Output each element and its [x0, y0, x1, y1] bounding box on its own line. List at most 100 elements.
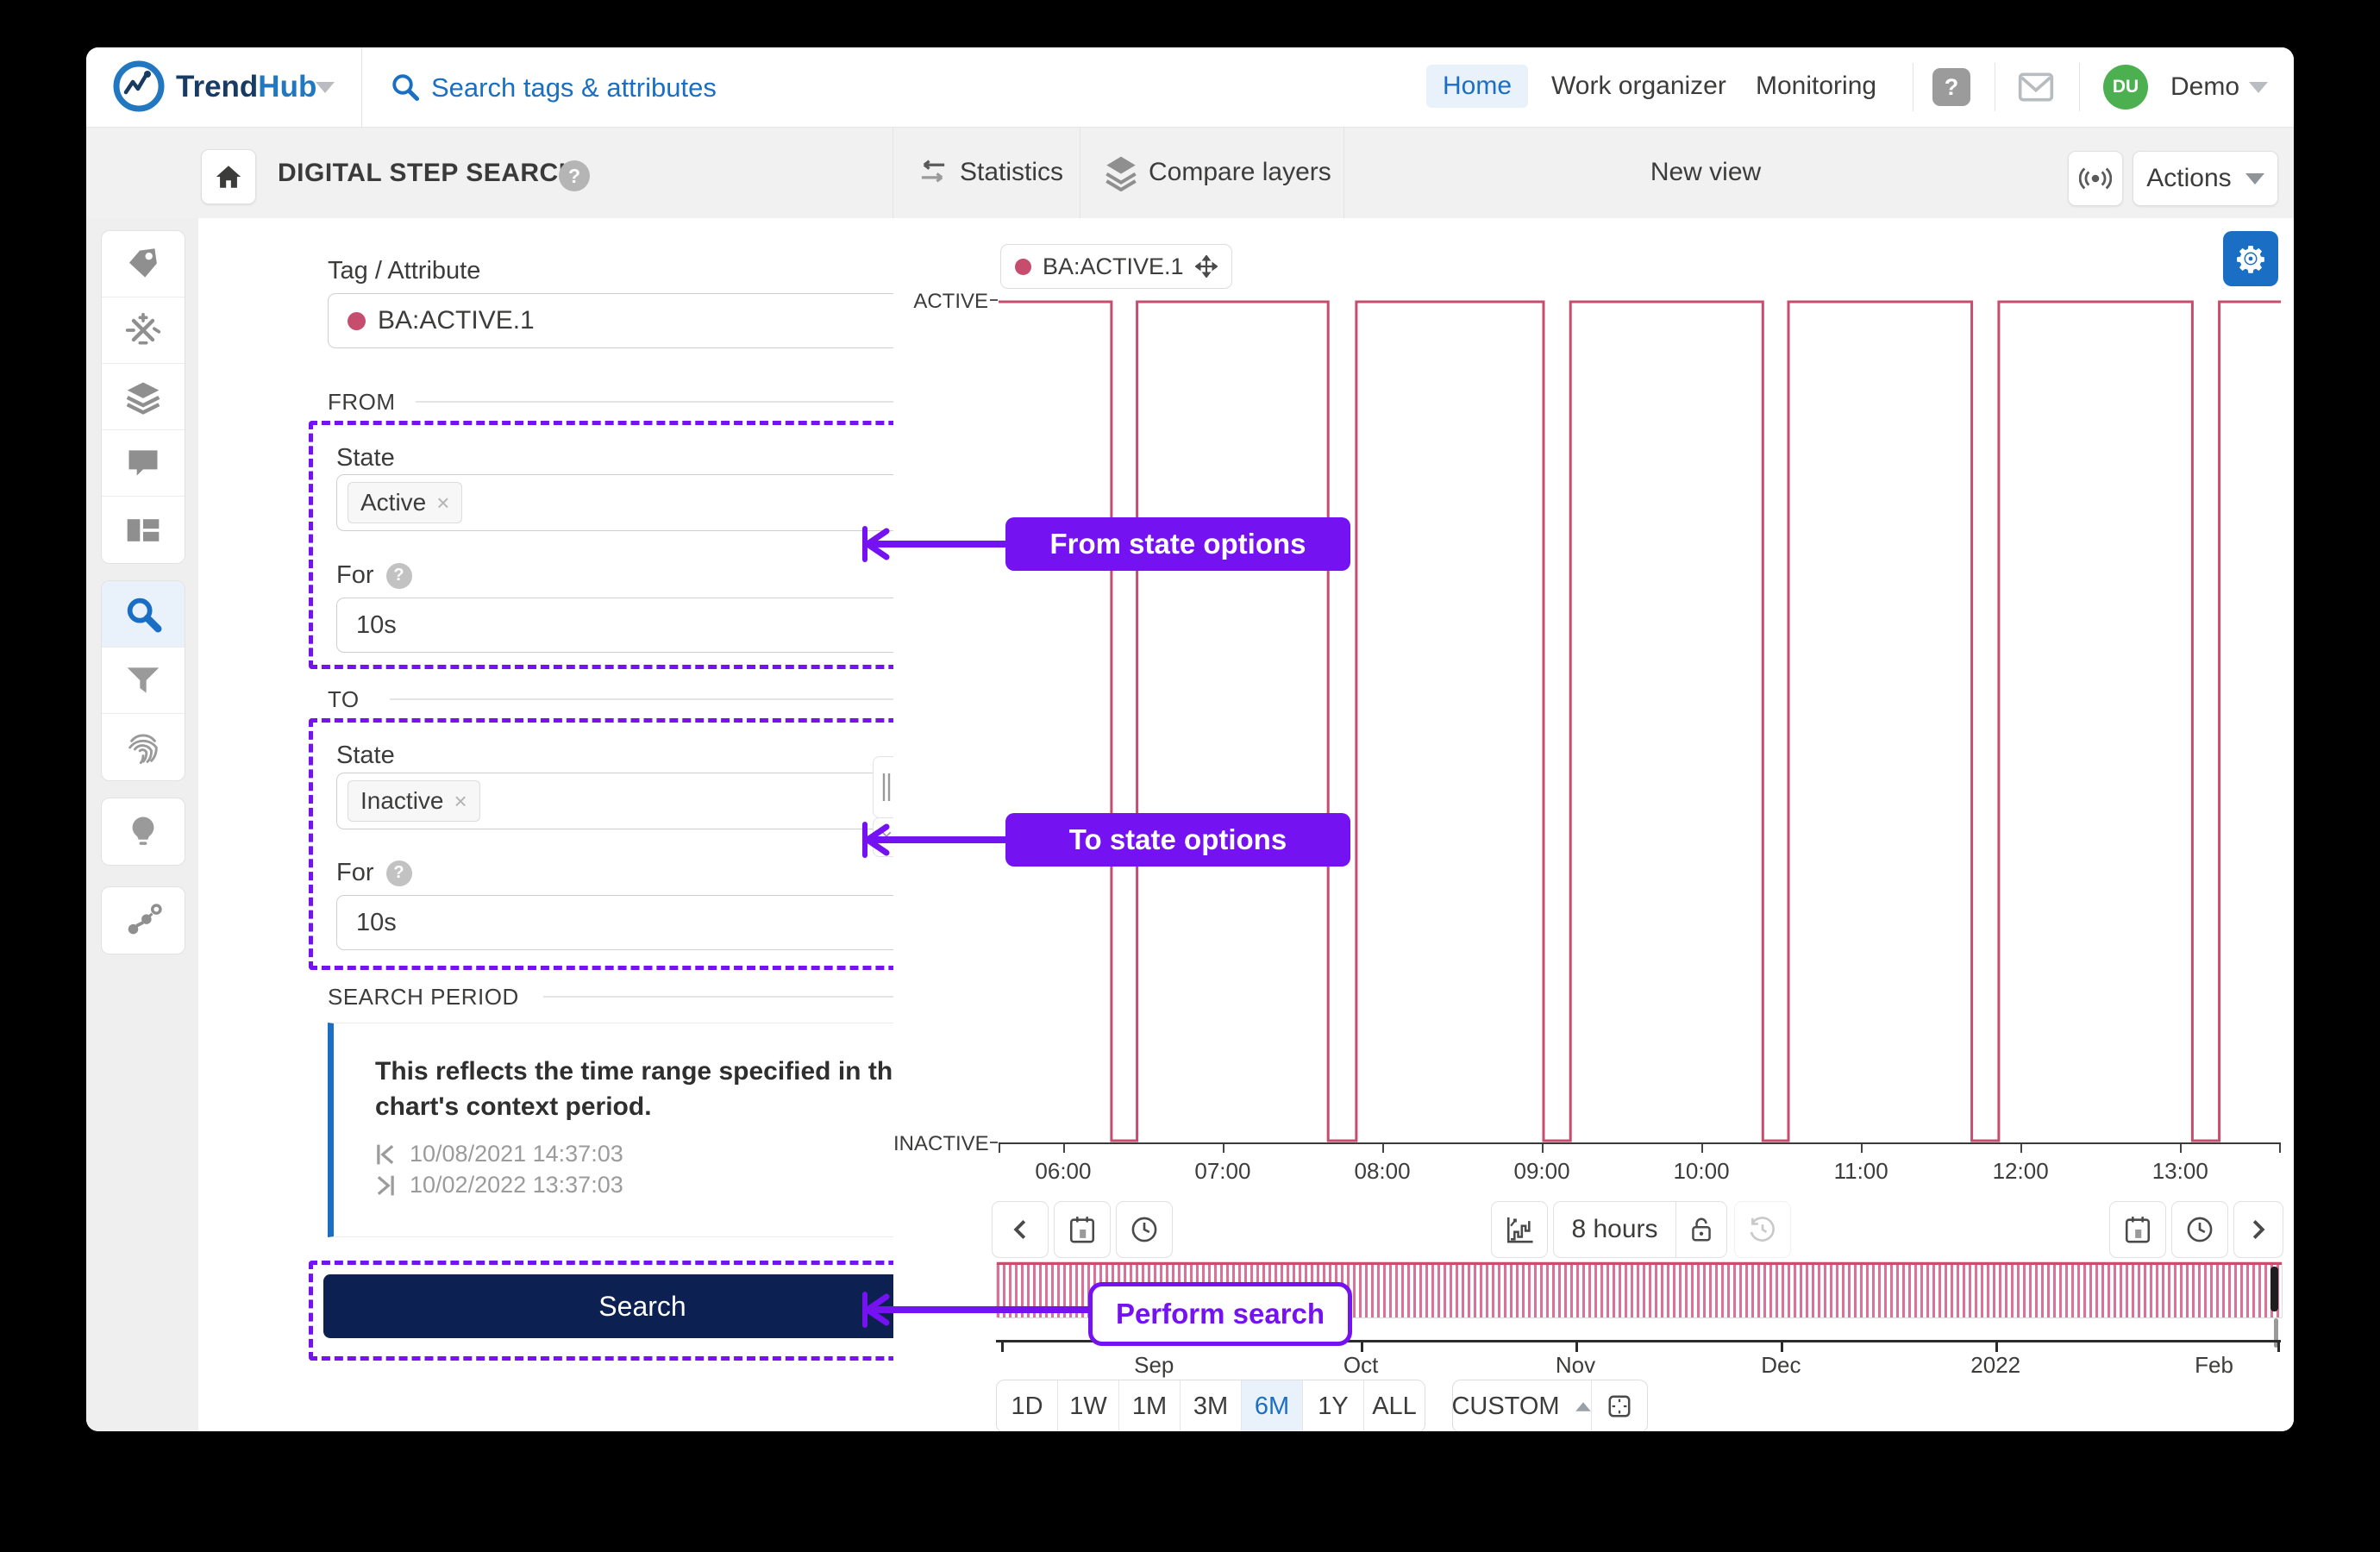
chip-remove-icon[interactable]: × — [436, 490, 449, 516]
sidebar-item-dashboard[interactable] — [102, 497, 185, 563]
brand-menu-chevron-icon[interactable] — [316, 82, 335, 93]
axis-tick — [1861, 1144, 1863, 1153]
tag-attribute-label: Tag / Attribute — [328, 257, 481, 285]
from-state-select[interactable]: Active × — [336, 474, 986, 531]
sidebar-item-context-graph[interactable] — [102, 887, 185, 954]
to-for-row: For ? — [336, 859, 412, 887]
range-6m[interactable]: 6M — [1242, 1380, 1303, 1431]
end-date-button[interactable] — [2109, 1201, 2166, 1258]
range-all[interactable]: ALL — [1364, 1380, 1425, 1431]
sidebar-group-search — [101, 580, 185, 781]
legend-chip[interactable]: BA:ACTIVE.1 — [1000, 244, 1232, 289]
compare-layers-icon — [1105, 156, 1137, 191]
nav-work-organizer[interactable]: Work organizer — [1551, 65, 1726, 108]
actions-button[interactable]: Actions — [2133, 151, 2278, 206]
annotation-arrow-to — [861, 822, 1007, 858]
expand-icon — [1608, 1395, 1631, 1417]
x-axis-label: 06:00 — [1035, 1158, 1092, 1184]
chart-type-button[interactable] — [1491, 1201, 1548, 1258]
minimap-scrubber-handle[interactable] — [2270, 1267, 2278, 1311]
user-name[interactable]: Demo — [2170, 66, 2239, 109]
chevron-left-icon — [1013, 1220, 1026, 1239]
sidebar-item-fingerprint[interactable] — [102, 714, 185, 780]
minimap-tick — [1000, 1340, 1004, 1352]
digital-step-chart-icon — [1506, 1217, 1533, 1243]
chip-remove-icon[interactable]: × — [454, 788, 467, 815]
chart-settings-button[interactable] — [2223, 231, 2278, 286]
sidebar-group-context — [101, 886, 185, 954]
range-1d[interactable]: 1D — [997, 1380, 1058, 1431]
to-state-chip[interactable]: Inactive × — [348, 780, 480, 822]
duration-value[interactable]: 8 hours — [1554, 1215, 1675, 1244]
grip-icon — [882, 773, 891, 801]
sidebar-group-build — [101, 230, 185, 564]
sidebar-item-tag[interactable] — [102, 231, 185, 297]
custom-range-button[interactable]: CUSTOM — [1453, 1380, 1592, 1431]
actions-label: Actions — [2146, 164, 2232, 192]
x-axis-label: 09:00 — [1513, 1158, 1570, 1184]
view-name[interactable]: New view — [1343, 158, 2068, 187]
history-button[interactable] — [1734, 1201, 1791, 1258]
range-3m[interactable]: 3M — [1181, 1380, 1242, 1431]
axis-tick — [999, 1144, 1000, 1153]
tag-icon — [128, 248, 157, 278]
axis-tick — [2020, 1144, 2023, 1153]
sidebar-item-search[interactable] — [102, 581, 185, 648]
gear-icon — [2237, 246, 2264, 273]
from-state-chip[interactable]: Active × — [348, 482, 463, 523]
from-state-chip-label: Active — [360, 489, 427, 516]
nav-monitoring[interactable]: Monitoring — [1756, 65, 1876, 108]
title-help-icon[interactable]: ? — [559, 160, 590, 191]
avatar[interactable]: DU — [2103, 65, 2148, 110]
live-mode-button[interactable] — [2068, 151, 2123, 206]
lock-duration-button[interactable] — [1676, 1217, 1726, 1242]
history-icon — [1750, 1217, 1775, 1242]
trendhub-logo-icon — [113, 60, 165, 112]
brand-name[interactable]: TrendHub — [176, 70, 316, 104]
user-menu-chevron-icon[interactable] — [2249, 82, 2268, 93]
mail-icon[interactable] — [2017, 69, 2055, 105]
start-date-button[interactable] — [1054, 1201, 1111, 1258]
layers-icon — [126, 382, 160, 415]
help-icon[interactable]: ? — [1932, 68, 1970, 106]
skip-start-icon — [377, 1144, 394, 1164]
range-1w[interactable]: 1W — [1058, 1380, 1119, 1431]
sidebar-item-lightbulb[interactable] — [102, 798, 185, 865]
expand-timebar-button[interactable] — [1592, 1380, 1647, 1431]
sidebar-item-formula[interactable] — [102, 297, 185, 364]
duration-control[interactable]: 8 hours — [1553, 1201, 1727, 1258]
legend-color-dot — [1015, 258, 1031, 275]
period-note: This reflects the time range specified i… — [375, 1057, 907, 1121]
sidebar-item-filter[interactable] — [102, 648, 185, 714]
sidebar-item-comment[interactable] — [102, 430, 185, 497]
period-start-row: 10/08/2021 14:37:03 — [375, 1141, 623, 1167]
sidebar-item-layers[interactable] — [102, 364, 185, 430]
swap-arrows-icon — [921, 160, 945, 183]
statistics-button[interactable]: Statistics — [960, 158, 1063, 187]
pan-right-button[interactable] — [2233, 1201, 2283, 1258]
digital-step-plot[interactable] — [999, 300, 2281, 1142]
calendar-icon — [2125, 1217, 2151, 1243]
for-help-icon[interactable]: ? — [385, 562, 412, 589]
range-1y[interactable]: 1Y — [1303, 1380, 1364, 1431]
minimap-month-label: Dec — [1761, 1352, 1801, 1378]
x-axis-label: 13:00 — [2151, 1158, 2208, 1184]
formula-icon — [125, 312, 161, 345]
for-help-icon[interactable]: ? — [385, 860, 412, 886]
compare-layers-button[interactable]: Compare layers — [1149, 158, 1331, 187]
series-color-dot — [348, 311, 366, 330]
end-time-button[interactable] — [2171, 1201, 2228, 1258]
minimap-month-label: 2022 — [1970, 1352, 2021, 1378]
start-time-button[interactable] — [1116, 1201, 1173, 1258]
from-state-label: State — [336, 444, 395, 472]
y-tick — [990, 1142, 998, 1143]
move-icon[interactable] — [1194, 255, 1218, 278]
global-search-input[interactable]: Search tags & attributes — [431, 72, 717, 103]
nav-home[interactable]: Home — [1426, 65, 1528, 108]
range-1m[interactable]: 1M — [1119, 1380, 1181, 1431]
toolbar-divider — [892, 128, 893, 218]
minimap-month-label: Nov — [1555, 1352, 1596, 1378]
pan-left-button[interactable] — [992, 1201, 1049, 1258]
home-view-button[interactable] — [201, 149, 256, 204]
dashboard-icon — [127, 518, 160, 541]
